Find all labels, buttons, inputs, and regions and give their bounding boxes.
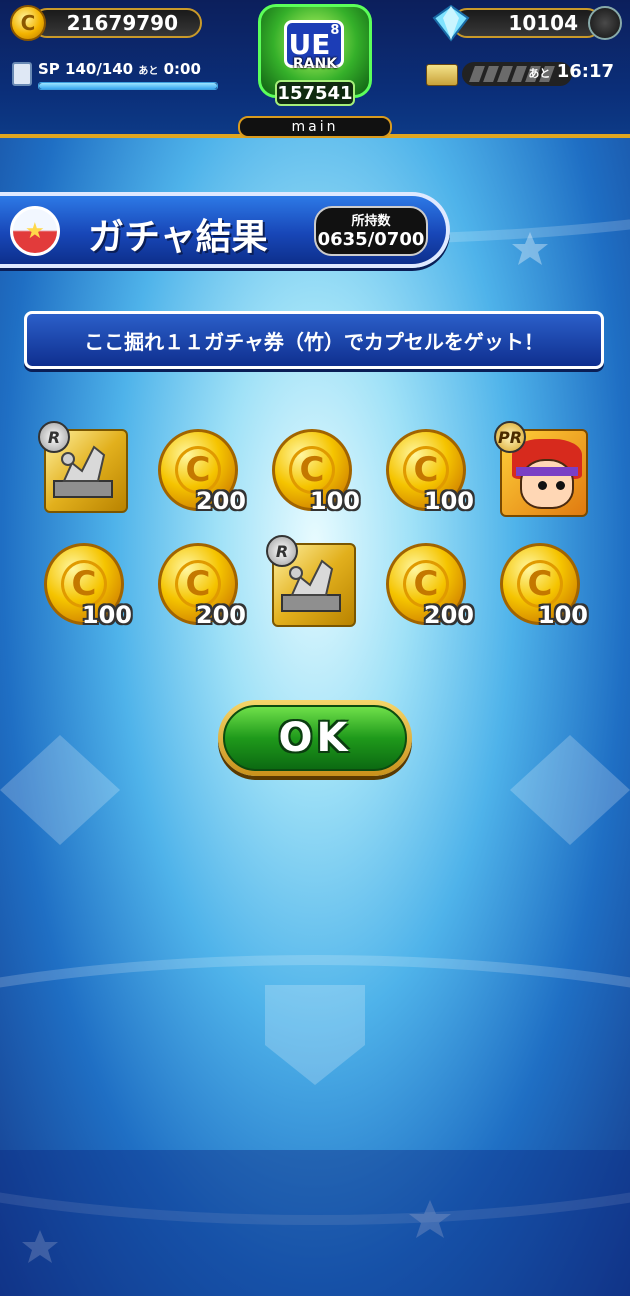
coin-amount: 100 xyxy=(309,487,360,515)
stamina-ticket-icon xyxy=(426,64,458,86)
result-item-coin[interactable]: C 100 xyxy=(496,539,588,631)
rank-label: RANK xyxy=(292,56,338,72)
rank-value: 157541 xyxy=(275,80,355,106)
page-title: ガチャ結果 xyxy=(88,217,268,258)
stamina-remaining-label: あと xyxy=(528,67,551,80)
result-item-coin[interactable]: C 100 xyxy=(40,539,132,631)
result-message: ここ掘れ１１ガチャ券（竹）でカプセルをゲット！ xyxy=(24,311,604,369)
stamina-status: あと 16:17 xyxy=(426,58,620,90)
rarity-badge: R xyxy=(38,421,70,453)
rarity-badge: R xyxy=(266,535,298,567)
result-item-statue[interactable]: R xyxy=(266,535,360,631)
top-hud: 21679790 C 10104 SP 140/140 あと 0:00 あと 1… xyxy=(0,0,630,138)
rank-sub: 8 xyxy=(330,23,340,38)
rank-emblem[interactable]: UE 8 RANK 157541 xyxy=(240,4,390,114)
sp-value: SP 140/140 xyxy=(38,60,134,78)
owned-value: 0635/0700 xyxy=(317,229,425,250)
ok-button-label: OK xyxy=(223,705,407,771)
gem-count: 10104 xyxy=(508,11,578,35)
coin-amount: 200 xyxy=(195,487,246,515)
sp-status: SP 140/140 あと 0:00 xyxy=(12,58,218,94)
result-item-statue[interactable]: R xyxy=(38,421,132,517)
mode-tag[interactable]: main xyxy=(238,116,392,138)
sp-timer: 0:00 xyxy=(163,60,201,78)
coin-amount: 100 xyxy=(423,487,474,515)
coin-icon: C xyxy=(10,5,46,41)
result-item-character[interactable]: PR xyxy=(494,421,588,517)
capsule-icon: ★ xyxy=(10,206,60,256)
coin-amount: 200 xyxy=(423,601,474,629)
coin-counter[interactable]: 21679790 xyxy=(32,8,202,38)
gacha-result-banner: ★ ガチャ結果 所持数 0635/0700 xyxy=(0,192,450,268)
coin-amount: 200 xyxy=(195,601,246,629)
diamond-icon xyxy=(432,4,470,42)
result-item-coin[interactable]: C 200 xyxy=(154,539,246,631)
ticket-icon xyxy=(12,62,32,86)
coin-count: 21679790 xyxy=(66,11,178,35)
owned-count-box: 所持数 0635/0700 xyxy=(314,206,428,256)
rarity-badge: PR xyxy=(494,421,526,453)
coin-amount: 100 xyxy=(81,601,132,629)
result-item-coin[interactable]: C 200 xyxy=(154,425,246,517)
gem-counter[interactable]: 10104 xyxy=(452,8,602,38)
coin-amount: 100 xyxy=(537,601,588,629)
sp-bar-fill xyxy=(39,83,217,89)
result-item-coin[interactable]: C 100 xyxy=(382,425,474,517)
owned-label: 所持数 xyxy=(351,214,391,229)
result-item-coin[interactable]: C 200 xyxy=(382,539,474,631)
result-item-coin[interactable]: C 100 xyxy=(268,425,360,517)
sp-remaining-label: あと xyxy=(138,66,159,77)
gem-shop-button[interactable] xyxy=(588,6,622,40)
ok-button[interactable]: OK xyxy=(218,700,412,776)
stamina-timer: 16:17 xyxy=(556,61,614,82)
sp-bar xyxy=(38,82,218,90)
